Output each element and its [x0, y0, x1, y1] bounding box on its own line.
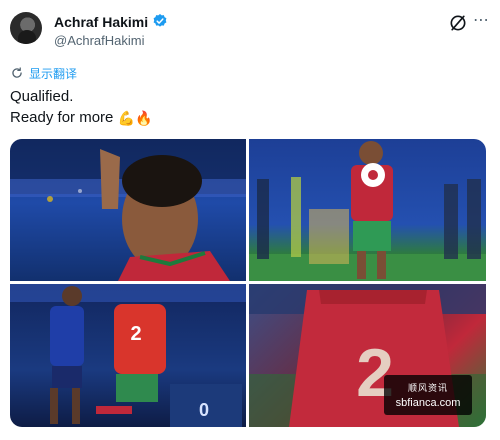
photo-2-art [249, 141, 486, 281]
post-text: Qualified. Ready for more 💪🔥 [10, 86, 152, 129]
photo-3-art: 0 2 [10, 284, 246, 427]
grok-icon[interactable] [448, 13, 468, 33]
media-grid: 0 2 2 顺风资讯 sbfianca.com [10, 139, 486, 427]
translate-icon [12, 67, 22, 78]
verified-badge-icon [153, 14, 167, 27]
post-text-line-2: Ready for more 💪🔥 [10, 107, 152, 129]
more-options-icon[interactable]: ⋯ [472, 13, 490, 32]
show-translation-link[interactable]: 显示翻译 [10, 64, 77, 82]
site-watermark: 顺风资讯 sbfianca.com [384, 375, 472, 415]
watermark-url: sbfianca.com [395, 397, 461, 409]
photo-player-number-2[interactable]: 0 2 [10, 284, 246, 427]
photo-player-with-ball[interactable] [249, 139, 486, 281]
post-text-line-2-label: Ready for more [10, 109, 114, 126]
photo-hakimi-closeup[interactable] [10, 139, 246, 281]
photo-1-art [10, 139, 246, 281]
jersey-number: 2 [130, 323, 141, 345]
post-text-line-1: Qualified. [10, 88, 74, 105]
fire-icon: 🔥 [134, 110, 153, 126]
author-handle[interactable]: @AchrafHakimi [54, 33, 145, 48]
translate-label: 显示翻译 [29, 66, 78, 81]
author-name[interactable]: Achraf Hakimi [54, 14, 148, 30]
avatar[interactable] [10, 12, 42, 44]
flexed-biceps-icon: 💪 [117, 110, 135, 126]
post-header: Achraf Hakimi @AchrafHakimi ⋯ [10, 10, 490, 50]
watermark-top-text: 顺风资讯 [407, 383, 448, 393]
svg-text:0: 0 [199, 400, 209, 420]
